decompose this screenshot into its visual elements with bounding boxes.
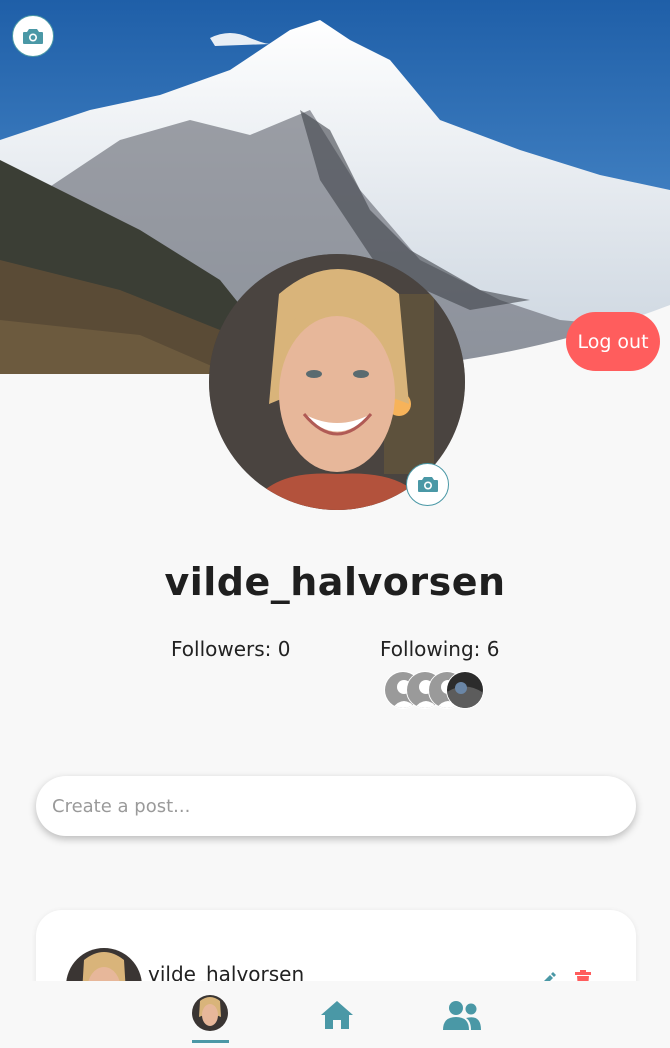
- active-tab-indicator: [192, 1040, 229, 1043]
- following-avatar-stack[interactable]: [384, 671, 504, 709]
- cover-camera-button[interactable]: [12, 15, 54, 57]
- home-icon: [321, 1000, 353, 1029]
- nav-home[interactable]: [316, 981, 358, 1048]
- nav-profile[interactable]: [189, 981, 231, 1048]
- following-avatar: [446, 671, 484, 709]
- users-icon: [443, 1000, 481, 1030]
- nav-friends[interactable]: [439, 981, 485, 1048]
- camera-icon: [23, 28, 43, 44]
- logout-button[interactable]: Log out: [566, 312, 660, 371]
- nav-profile-avatar: [192, 994, 228, 1031]
- followers-count[interactable]: Followers: 0: [171, 637, 291, 661]
- following-count[interactable]: Following: 6: [380, 637, 499, 661]
- bottom-navigation: [0, 981, 670, 1048]
- create-post-input[interactable]: [36, 776, 636, 836]
- profile-username: vilde_halvorsen: [164, 560, 506, 604]
- avatar-camera-button[interactable]: [406, 463, 449, 506]
- camera-icon: [417, 477, 438, 492]
